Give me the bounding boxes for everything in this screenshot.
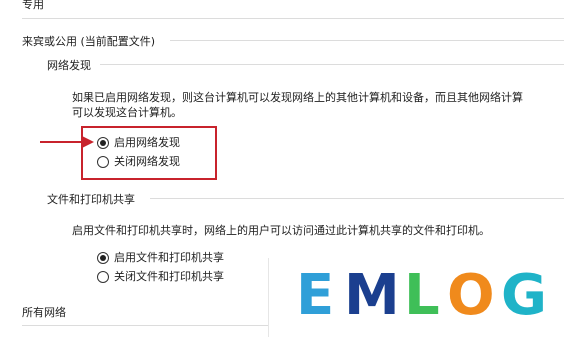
file-sharing-off-label[interactable]: 关闭文件和打印机共享 [114,268,224,284]
divider [150,198,564,199]
watermark-logo-letter: O [447,263,495,328]
watermark-logo-letter: M [344,263,400,328]
private-section-header[interactable]: 专用 [22,0,44,12]
file-sharing-on-radio[interactable] [97,252,109,264]
network-discovery-description-line2: 可以发现这台计算机。 [72,106,182,119]
divider [100,64,564,65]
network-discovery-on-radio[interactable] [97,137,109,149]
file-sharing-on-label[interactable]: 启用文件和打印机共享 [114,249,224,265]
network-discovery-description-line1: 如果已启用网络发现，则这台计算机可以发现网络上的其他计算机和设备，而且其他网络计… [72,91,523,104]
file-sharing-title: 文件和打印机共享 [47,193,135,206]
file-sharing-off-radio[interactable] [97,271,109,283]
divider [22,325,268,326]
annotation-arrow [40,141,84,143]
network-discovery-off-label[interactable]: 关闭网络发现 [114,153,180,169]
annotation-arrow-head [82,136,94,148]
network-discovery-on-label[interactable]: 启用网络发现 [114,134,180,150]
network-discovery-off-radio[interactable] [97,156,109,168]
divider [170,40,564,41]
guest-public-section-header[interactable]: 来宾或公用 (当前配置文件) [22,33,155,49]
network-discovery-title: 网络发现 [47,59,91,72]
watermark-logo-letter: G [501,263,547,328]
divider [22,18,564,19]
file-sharing-description: 启用文件和打印机共享时，网络上的用户可以访问通过此计算机共享的文件和打印机。 [72,224,490,237]
watermark-logo-letter: E [296,263,335,328]
all-networks-section-header[interactable]: 所有网络 [22,304,66,320]
watermark-logo-letter: L [404,263,440,328]
